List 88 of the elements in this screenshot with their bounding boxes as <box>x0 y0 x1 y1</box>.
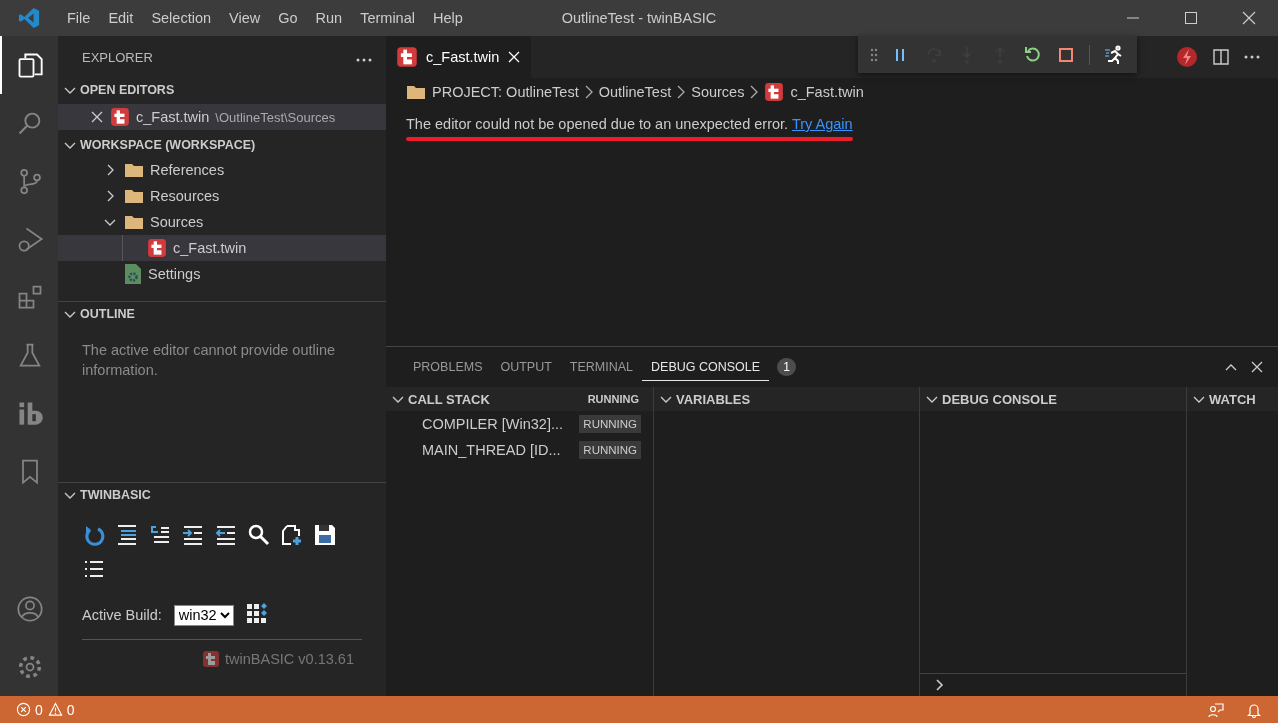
window-title: OutlineTest - twinBASIC <box>561 10 717 26</box>
chevron-icon <box>584 85 593 99</box>
menu-item[interactable]: Terminal <box>351 10 424 26</box>
chevron-icon <box>750 85 759 99</box>
twin-file-icon <box>764 82 785 102</box>
menu-item[interactable]: Go <box>269 10 307 26</box>
status-tag: RUNNING <box>579 441 641 459</box>
save-icon[interactable] <box>313 523 337 547</box>
settings-icon[interactable] <box>16 653 44 681</box>
account-icon[interactable] <box>16 595 44 623</box>
section-header[interactable]: OPEN EDITORS <box>80 83 175 97</box>
breadcrumb-item[interactable]: OutlineTest <box>598 84 672 100</box>
view-header[interactable]: CALL STACK <box>408 391 490 407</box>
count-badge: 1 <box>777 358 796 376</box>
build-dropdown[interactable]: win32 <box>173 604 234 626</box>
build-label: Active Build: <box>82 607 162 623</box>
section-header[interactable]: TWINBASIC <box>80 488 151 502</box>
app-logo-icon <box>18 7 40 29</box>
files-icon[interactable] <box>16 51 44 79</box>
version-label: twinBASIC v0.13.61 <box>225 651 354 667</box>
restart-icon[interactable] <box>1023 44 1043 65</box>
extensions-icon[interactable] <box>16 283 44 311</box>
status-label: RUNNING <box>587 393 640 405</box>
twin-file-icon <box>396 46 418 68</box>
close-icon[interactable] <box>1242 11 1256 25</box>
sidebar-title: EXPLORER <box>82 49 153 65</box>
section-header[interactable]: OUTLINE <box>80 307 135 321</box>
search-icon[interactable] <box>247 523 271 547</box>
close-panel-icon[interactable] <box>1250 360 1264 374</box>
panel-tab[interactable]: TERMINAL <box>560 353 643 381</box>
maximize-icon[interactable] <box>1184 11 1198 25</box>
view-header[interactable]: VARIABLES <box>676 391 751 407</box>
more-icon[interactable] <box>1244 55 1260 59</box>
tree-item[interactable]: Resources <box>150 188 220 204</box>
open-editor-item[interactable]: c_Fast.twin <box>136 109 210 125</box>
indent-icon[interactable] <box>181 523 205 547</box>
menu-item[interactable]: Edit <box>99 10 143 26</box>
editor-tab[interactable]: c_Fast.twin <box>386 36 532 78</box>
error-icon[interactable] <box>16 702 31 717</box>
breadcrumb-item[interactable]: c_Fast.twin <box>790 84 864 100</box>
error-message: The editor could not be opened due to an unexpected error. Try Again <box>406 116 853 132</box>
panel-tab[interactable]: PROBLEMS <box>404 353 492 381</box>
tree-item[interactable]: References <box>150 162 225 178</box>
new-file-icon[interactable] <box>280 523 304 547</box>
panel-tab[interactable]: DEBUG CONSOLE <box>642 353 770 381</box>
menu-item[interactable]: View <box>220 10 270 26</box>
refresh-icon[interactable] <box>82 523 106 547</box>
lightning-icon[interactable] <box>1176 46 1198 68</box>
prompt-icon[interactable] <box>934 678 946 692</box>
bell-icon[interactable] <box>1246 701 1262 718</box>
close-icon[interactable] <box>90 110 104 124</box>
tree-item[interactable]: Sources <box>150 214 204 230</box>
menu-item[interactable]: File <box>58 10 100 26</box>
menu-item[interactable]: Run <box>306 10 352 26</box>
feedback-icon[interactable] <box>1208 701 1224 718</box>
settings-file-icon <box>124 263 142 285</box>
error-count[interactable]: 0 <box>35 701 43 718</box>
twinbasic-logo-icon <box>202 650 221 668</box>
thread-item[interactable]: COMPILER [Win32]... <box>422 416 580 432</box>
file-path: \OutlineTest\Sources <box>215 109 336 125</box>
menu-item[interactable]: Selection <box>142 10 221 26</box>
split-editor-icon[interactable] <box>1212 48 1230 66</box>
folder-icon <box>124 214 144 230</box>
close-icon[interactable] <box>507 50 522 64</box>
menu-item[interactable]: Help <box>423 10 472 26</box>
folder-icon <box>124 162 144 178</box>
tree-item[interactable]: Settings <box>148 266 201 282</box>
breadcrumb-item[interactable]: Sources <box>691 84 745 100</box>
panel-tab[interactable]: OUTPUT <box>491 353 561 381</box>
folder-icon <box>406 84 426 100</box>
unindent-icon[interactable] <box>214 523 238 547</box>
warning-icon[interactable] <box>47 702 63 717</box>
twin-file-icon <box>147 238 167 258</box>
warning-count[interactable]: 0 <box>66 701 75 718</box>
breadcrumb-item[interactable]: PROJECT: OutlineTest <box>432 84 579 100</box>
status-tag: RUNNING <box>579 415 641 433</box>
outline-message: The active editor cannot provide outline information. <box>82 342 336 378</box>
section-header[interactable]: WORKSPACE (WORKSPACE) <box>80 138 256 152</box>
twin-file-icon <box>110 107 130 127</box>
tree-item[interactable]: c_Fast.twin <box>173 240 247 256</box>
align-lines-icon[interactable] <box>115 523 139 547</box>
folder-icon <box>124 188 144 204</box>
thread-item[interactable]: MAIN_THREAD [ID... <box>422 442 580 458</box>
more-icon[interactable] <box>356 57 372 62</box>
run-debug-icon[interactable] <box>16 225 44 253</box>
drag-handle-icon[interactable] <box>870 47 878 62</box>
chevron-icon <box>677 85 686 99</box>
try-again-link[interactable]: Try Again <box>791 116 853 132</box>
